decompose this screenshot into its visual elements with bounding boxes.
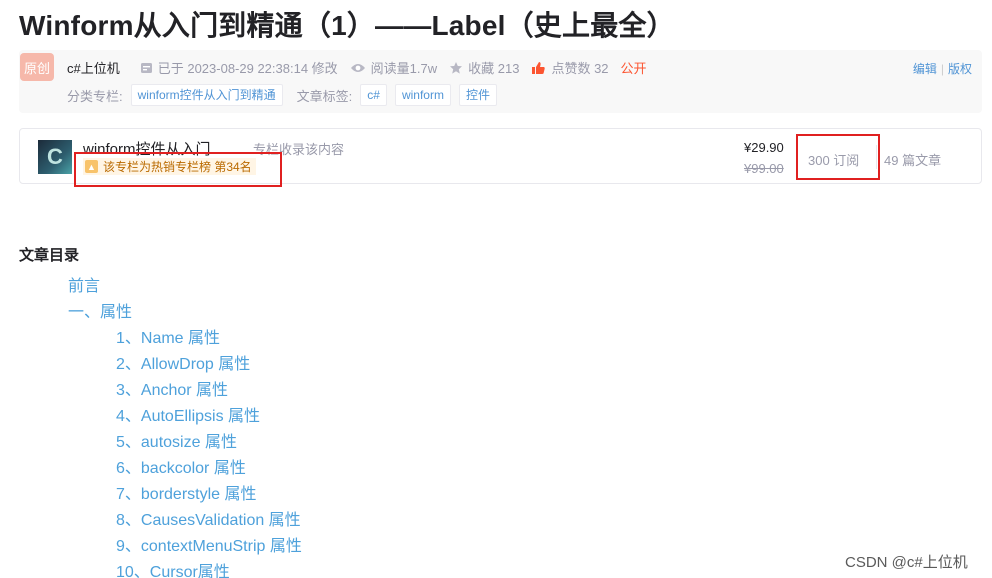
highlight-box-rank [74, 152, 282, 187]
article-title: Winform从入门到精通（1）——Label（史上最全） [19, 10, 675, 41]
toc-item[interactable]: 前言 [68, 272, 100, 296]
meta-actions: 编辑 | 版权 [913, 60, 972, 77]
column-logo[interactable]: C [38, 140, 72, 174]
visibility-label: 公开 [620, 61, 647, 76]
toc-item[interactable]: 3、Anchor 属性 [116, 376, 228, 400]
tag-csharp[interactable]: c# [360, 84, 387, 106]
thumbs-up-icon [532, 61, 546, 74]
toc-item[interactable]: 5、autosize 属性 [116, 428, 237, 452]
toc-title: 文章目录 [19, 247, 80, 264]
favorite-button[interactable]: 收藏 213 [449, 58, 519, 77]
modified-time: 已于 2023-08-29 22:38:14 修改 [157, 61, 338, 76]
calendar-icon [140, 63, 152, 73]
modified-info: 已于 2023-08-29 22:38:14 修改 [140, 58, 338, 77]
article-meta: 原创 c#上位机 已于 2023-08-29 22:38:14 修改 阅读量1.… [19, 50, 982, 113]
tags-label: 文章标签: [296, 88, 353, 104]
subscription-count[interactable]: 300 订阅 [808, 150, 859, 169]
toc-item[interactable]: 6、backcolor 属性 [116, 454, 246, 478]
column-price: ¥29.90 [744, 140, 784, 155]
edit-link[interactable]: 编辑 [913, 62, 937, 76]
tag-winform[interactable]: winform [394, 84, 451, 106]
article-count: 49 篇文章 [884, 153, 942, 168]
like-count-label: 点赞数 32 [551, 61, 609, 76]
read-count: 阅读量1.7w [350, 58, 437, 77]
category-tag[interactable]: winform控件从入门到精通 [130, 84, 283, 106]
toc-item[interactable]: 10、Cursor属性 [116, 558, 230, 578]
csdn-watermark: CSDN @c#上位机 [845, 554, 968, 571]
author-link[interactable]: c#上位机 [67, 58, 120, 77]
category-label: 分类专栏: [67, 88, 123, 104]
toc-item[interactable]: 2、AllowDrop 属性 [116, 350, 250, 374]
toc-item[interactable]: 9、contextMenuStrip 属性 [116, 532, 302, 556]
column-divider [876, 145, 877, 169]
toc-item[interactable]: 4、AutoEllipsis 属性 [116, 402, 260, 426]
favorite-count-label: 收藏 213 [468, 61, 520, 76]
tag-control[interactable]: 控件 [458, 84, 497, 106]
column-card[interactable]: C winform控件从入门... 专栏收录该内容 ▲ 该专栏为热销专栏榜 第3… [19, 128, 982, 187]
star-icon [450, 61, 463, 74]
action-divider: | [940, 62, 944, 76]
toc-item[interactable]: 1、Name 属性 [116, 324, 220, 348]
meta-info-row: c#上位机 已于 2023-08-29 22:38:14 修改 阅读量1.7w … [67, 58, 647, 77]
toc-item[interactable]: 7、borderstyle 属性 [116, 480, 257, 504]
toc-item[interactable]: 一、属性 [68, 298, 132, 322]
column-original-price: ¥99.00 [744, 161, 784, 176]
read-count-label: 阅读量1.7w [370, 61, 438, 76]
copyright-link[interactable]: 版权 [948, 62, 972, 76]
eye-icon [350, 63, 365, 72]
toc-item[interactable]: 8、CausesValidation 属性 [116, 506, 301, 530]
like-button[interactable]: 点赞数 32 [531, 58, 609, 77]
original-badge: 原创 [20, 53, 54, 81]
tag-row: 分类专栏: winform控件从入门到精通 文章标签: c# winform 控… [67, 84, 497, 106]
